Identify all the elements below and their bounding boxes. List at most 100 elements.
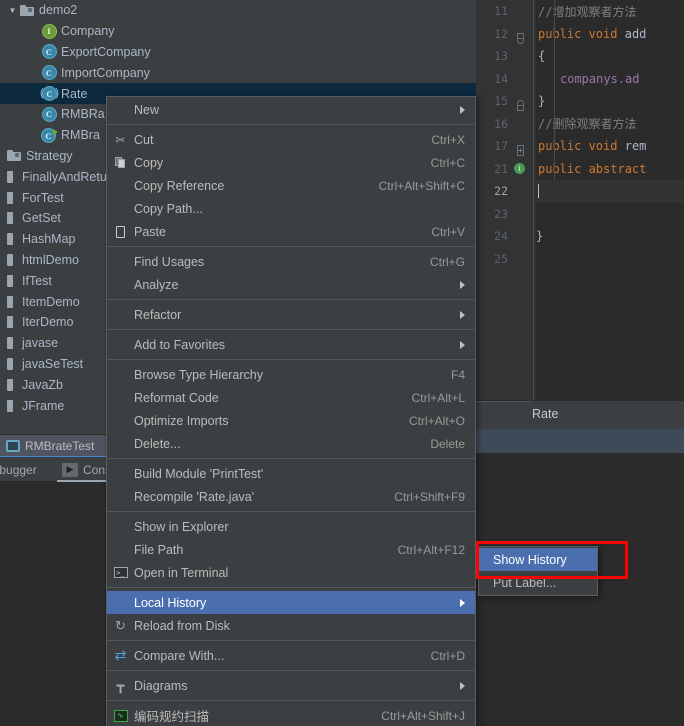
menu-separator <box>107 299 475 300</box>
tree-item-label: ForTest <box>22 190 64 205</box>
menu-item-diagrams[interactable]: ┳ Diagrams <box>107 674 475 697</box>
menu-item-label: Find Usages <box>134 254 205 269</box>
submenu-item-label: Put Label... <box>493 575 557 590</box>
menu-item-编码规约扫描[interactable]: ∿ 编码规约扫描 Ctrl+Alt+Shift+J <box>107 704 475 726</box>
submenu-item-label: Show History <box>493 552 567 567</box>
code-line[interactable]: 11 //增加观察者方法 <box>476 0 684 23</box>
code-line[interactable]: 25 <box>476 248 684 271</box>
run-tab-rmbratetest[interactable]: RMBrateTest <box>0 435 108 458</box>
menu-item-new[interactable]: New <box>107 98 475 121</box>
module-icon <box>2 252 18 267</box>
scissors-icon: ✂ <box>115 132 126 147</box>
code-line[interactable]: 23 <box>476 203 684 226</box>
fold-collapse-icon[interactable]: − <box>517 95 528 111</box>
reload-icon: ↻ <box>115 618 126 633</box>
line-number: 12 <box>494 26 508 41</box>
compare-icon: ⇄ <box>114 647 127 663</box>
menu-separator <box>107 700 475 701</box>
menu-item-file-path[interactable]: File Path Ctrl+Alt+F12 <box>107 538 475 561</box>
tree-item-ImportCompany[interactable]: C ImportCompany <box>0 62 476 83</box>
submenu-item-put-label[interactable]: Put Label... <box>479 571 597 594</box>
code-text: companys.ad <box>560 71 640 86</box>
menu-item-find-usages[interactable]: Find Usages Ctrl+G <box>107 250 475 273</box>
menu-item-reformat-code[interactable]: Reformat Code Ctrl+Alt+L <box>107 386 475 409</box>
menu-item-label: Analyze <box>134 277 179 292</box>
menu-item-label: Open in Terminal <box>134 565 229 580</box>
menu-item-recompile-rate-java[interactable]: Recompile 'Rate.java' Ctrl+Shift+F9 <box>107 485 475 508</box>
tree-item-label: IfTest <box>22 273 52 288</box>
tree-item-label: JFrame <box>22 398 65 413</box>
code-editor[interactable]: 11 //增加观察者方法 12− public void add 13 {14 compan… <box>476 0 684 400</box>
menu-item-label: Diagrams <box>134 678 188 693</box>
code-line[interactable]: 13 { <box>476 45 684 68</box>
menu-item-shortcut: Ctrl+Shift+F9 <box>394 489 465 504</box>
menu-item-copy-reference[interactable]: Copy Reference Ctrl+Alt+Shift+C <box>107 174 475 197</box>
folder-icon <box>19 3 35 18</box>
menu-item-copy[interactable]: Copy Ctrl+C <box>107 151 475 174</box>
line-number: 25 <box>494 251 508 266</box>
context-menu[interactable]: New ✂ Cut Ctrl+X Copy Ctrl+C Copy Reference Ctr… <box>106 96 476 726</box>
code-text: //增加观察者方法 <box>538 4 637 19</box>
code-line[interactable]: 22 <box>476 180 684 203</box>
menu-item-cut[interactable]: ✂ Cut Ctrl+X <box>107 128 475 151</box>
tree-item-label: ExportCompany <box>61 44 151 59</box>
menu-item-label: Add to Favorites <box>134 337 226 352</box>
copy-icon <box>113 155 128 170</box>
code-line[interactable]: 24} <box>476 225 684 248</box>
submenu-item-show-history[interactable]: Show History <box>479 548 597 571</box>
menu-item-label: Copy <box>134 155 164 170</box>
module-icon <box>2 336 18 351</box>
editor-selection-strip <box>476 429 684 453</box>
code-line[interactable]: 15−} <box>476 90 684 113</box>
menu-item-label: Reload from Disk <box>134 618 230 633</box>
code-line[interactable]: 16 //删除观察者方法 <box>476 113 684 136</box>
tree-item-demo2[interactable]: ▼ demo2 <box>0 0 476 21</box>
menu-item-shortcut: Delete <box>430 436 465 451</box>
code-line[interactable]: 21 i public abstract <box>476 158 684 181</box>
code-text: //删除观察者方法 <box>538 117 637 132</box>
line-number: 16 <box>494 116 508 131</box>
menu-item-delete[interactable]: Delete... Delete <box>107 432 475 455</box>
menu-item-copy-path[interactable]: Copy Path... <box>107 197 475 220</box>
menu-separator <box>107 124 475 125</box>
editor-tab-rate[interactable]: Rate <box>532 407 558 421</box>
tree-item-ExportCompany[interactable]: C ExportCompany <box>0 42 476 63</box>
module-icon <box>2 377 18 392</box>
scan-icon: ∿ <box>113 708 128 723</box>
menu-item-label: Recompile 'Rate.java' <box>134 489 255 504</box>
menu-item-analyze[interactable]: Analyze <box>107 273 475 296</box>
menu-item-open-in-terminal[interactable]: >_ Open in Terminal <box>107 561 475 584</box>
code-line[interactable]: 12− public void add <box>476 23 684 46</box>
interface-badge-icon: I <box>41 23 57 39</box>
menu-item-label: Local History <box>134 595 207 610</box>
tab-debugger[interactable]: Debugger <box>0 457 37 482</box>
folder-icon <box>6 148 22 163</box>
submenu-arrow-icon <box>460 340 465 349</box>
tree-item-Company[interactable]: I Company <box>0 21 476 42</box>
menu-item-compare-with[interactable]: ⇄ Compare With... Ctrl+D <box>107 644 475 667</box>
menu-item-shortcut: Ctrl+X <box>431 132 465 147</box>
chevron-down-icon[interactable]: ▼ <box>6 6 19 15</box>
menu-item-optimize-imports[interactable]: Optimize Imports Ctrl+Alt+O <box>107 409 475 432</box>
fold-collapse-icon[interactable]: − <box>517 28 528 44</box>
line-number: 23 <box>494 206 508 221</box>
menu-item-browse-type-hierarchy[interactable]: Browse Type Hierarchy F4 <box>107 363 475 386</box>
play-icon: ▶ <box>62 462 78 477</box>
menu-item-local-history[interactable]: Local History <box>107 591 475 614</box>
menu-item-shortcut: Ctrl+G <box>429 254 465 269</box>
code-line[interactable]: 14 companys.ad <box>476 68 684 91</box>
menu-item-build-module-printtest[interactable]: Build Module 'PrintTest' <box>107 462 475 485</box>
menu-item-refactor[interactable]: Refactor <box>107 303 475 326</box>
fold-expand-icon[interactable]: + <box>517 140 528 156</box>
tree-item-label: RMBRa <box>61 107 105 122</box>
menu-item-show-in-explorer[interactable]: Show in Explorer <box>107 515 475 538</box>
class-badge-icon: C <box>41 106 57 122</box>
local-history-submenu[interactable]: Show History Put Label... <box>478 546 598 596</box>
intention-bulb-icon[interactable]: i <box>514 162 525 174</box>
ide-window: ▼ demo2 I Company C ExportCompany C ImportCompa… <box>0 0 684 726</box>
menu-item-paste[interactable]: Paste Ctrl+V <box>107 220 475 243</box>
menu-item-add-to-favorites[interactable]: Add to Favorites <box>107 333 475 356</box>
code-line[interactable]: 17 + public void rem <box>476 135 684 158</box>
module-icon <box>2 315 18 330</box>
menu-item-reload-from-disk[interactable]: ↻ Reload from Disk <box>107 614 475 637</box>
